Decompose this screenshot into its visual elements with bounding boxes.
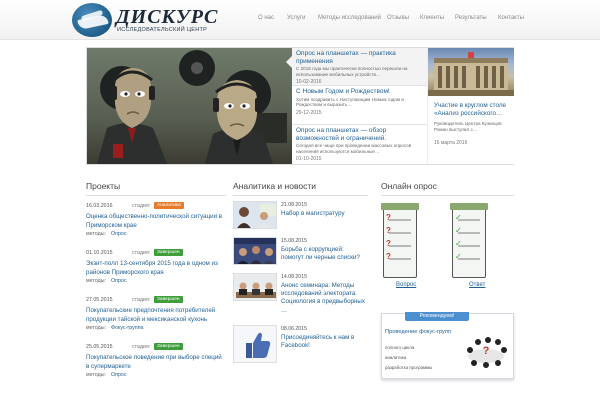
project-methods: методы: Опрос	[86, 278, 127, 284]
project-title[interactable]: Экзит-полл 13-сентября 2015 года в одном…	[86, 259, 226, 277]
project-stage-badge: Завершен	[154, 249, 183, 256]
nav-item-methods[interactable]: Методы исследований	[318, 15, 381, 21]
news-title[interactable]: Присоединяйтесь к нам в Facebook!	[281, 334, 368, 350]
hero-item-desc: С 2015 года мы практически полностью пер…	[296, 66, 408, 77]
brand-subtitle: ИССЛЕДОВАТЕЛЬСКИЙ ЦЕНТР	[117, 27, 208, 33]
hero-item-date: 01-10-2015	[296, 156, 322, 163]
nav-item-about[interactable]: О нас	[258, 15, 274, 21]
hero-illustration	[97, 50, 287, 164]
hero-item-title[interactable]: Опрос на планшетах — практика применения	[296, 50, 423, 65]
hero-slider: Опрос на планшетах — практика применения…	[86, 47, 514, 165]
hero-item-desc: Хотим поздравить с Наступающим Новым год…	[296, 96, 404, 108]
hero-side-card[interactable]: Участие в круглом столе «Анализ российск…	[428, 48, 514, 164]
svg-text:?: ?	[483, 345, 490, 357]
news-title[interactable]: Набор в магистратуру	[281, 210, 368, 218]
news-item: 08.06.2015 Присоединяйтесь к нам в Faceb…	[233, 325, 368, 363]
project-stage-label: стадия:	[132, 297, 151, 303]
recommend-tab: Рекомендуем!	[405, 312, 469, 321]
project-methods-label: методы:	[86, 278, 106, 284]
hero-item-date: 10-02-2016	[296, 79, 322, 86]
project-methods: методы: Опрос	[86, 231, 127, 237]
hero-side-date: 16 марта 2016	[434, 140, 468, 146]
news-thumbnail[interactable]	[233, 201, 277, 229]
project-title[interactable]: Оценка общественно-политической ситуации…	[86, 212, 226, 230]
project-stage-label: стадия:	[132, 250, 151, 256]
project-date: 25.05.2015	[86, 344, 113, 350]
section-title-news: Аналитика и новости	[233, 181, 317, 191]
nav-item-results[interactable]: Результаты	[455, 15, 487, 21]
project-methods-label: методы:	[86, 372, 106, 378]
divider	[233, 195, 368, 196]
project-title[interactable]: Покупательские предпочтения потребителей…	[86, 306, 226, 324]
main-nav: О нас Услуги Методы исследований Отзывы …	[0, 15, 600, 27]
news-item: 21.08.2015 Набор в магистратуру	[233, 201, 368, 239]
project-date: 27.05.2015	[86, 297, 113, 303]
hero-side-desc: Руководитель Центра Кузнецов Роман высту…	[434, 121, 502, 132]
project-stage-badge: Завершен	[154, 296, 183, 303]
project-title[interactable]: Покупательское поведение при выборе спец…	[86, 353, 226, 371]
hero-image[interactable]	[87, 48, 292, 164]
project-date: 16.03.2016	[86, 203, 113, 209]
duma-building-image[interactable]	[428, 48, 514, 96]
focus-group-icon: ?	[467, 337, 507, 368]
news-date: 08.06.2015	[281, 326, 307, 332]
news-date: 21.08.2015	[281, 202, 307, 208]
news-date: 14.08.2015	[281, 274, 307, 280]
news-item: 14.08.2015 Анонс семинара: Методы исслед…	[233, 273, 368, 314]
project-stage-badge: Аналитика	[154, 202, 184, 209]
poll-answer-link[interactable]: Ответ	[469, 282, 485, 288]
nav-item-contacts[interactable]: Контакты	[498, 15, 524, 21]
poll-question-link[interactable]: Вопрос	[396, 282, 416, 288]
news-thumbnail[interactable]	[233, 237, 277, 265]
project-stage-badge: Завершен	[154, 343, 183, 350]
news-item: 15.08.2015 Борьба с коррупцией: помогут …	[233, 237, 368, 275]
nav-item-reviews[interactable]: Отзывы	[387, 15, 409, 21]
list-item: разработка программы	[385, 365, 433, 370]
poll-answer-clipboard-icon[interactable]: ✓ ✓ ✓ ✓	[450, 203, 488, 278]
project-method-link[interactable]: Опрос	[111, 231, 127, 237]
list-item: полного цикла	[385, 345, 415, 350]
recommend-title[interactable]: Проведение фокус-групп	[385, 329, 451, 335]
news-title[interactable]: Борьба с коррупцией: помогут ли черные с…	[281, 246, 368, 262]
project-method-link[interactable]: Опрос	[111, 372, 127, 378]
nav-item-services[interactable]: Услуги	[287, 15, 305, 21]
project-methods-label: методы:	[86, 325, 106, 331]
hero-news-list: Опрос на планшетах — практика применения…	[286, 48, 427, 164]
hero-item[interactable]: Опрос на планшетах — практика применения…	[286, 48, 427, 86]
section-title-projects: Проекты	[86, 181, 121, 191]
section-title-poll: Онлайн опрос	[381, 181, 437, 191]
list-item: аналитика	[385, 355, 407, 360]
project-date: 01.10.2015	[86, 250, 113, 256]
hero-side-title[interactable]: Участие в круглом столе «Анализ российск…	[434, 102, 510, 117]
hero-item-title[interactable]: Опрос на планшетах — обзор возможностей …	[296, 127, 423, 142]
project-stage-label: стадия:	[132, 344, 151, 350]
poll-question-clipboard-icon[interactable]: ? ? ? ?	[381, 203, 419, 278]
project-method-link[interactable]: Опрос	[111, 278, 127, 284]
news-date: 15.08.2015	[281, 238, 307, 244]
recommend-list: полного цикла аналитика разработка прогр…	[385, 343, 432, 373]
project-method-link[interactable]: Фокус-группа	[111, 325, 144, 331]
news-thumbnail[interactable]	[233, 273, 277, 301]
nav-item-clients[interactable]: Клиенты	[420, 15, 444, 21]
hero-item[interactable]: С Новым Годом и Рождеством! Хотим поздра…	[292, 86, 427, 125]
hero-item-desc: Сегодня все чаще при проведении массовых…	[296, 143, 412, 154]
project-methods: методы: Опрос	[86, 372, 127, 378]
news-title[interactable]: Анонс семинара: Методы исследований элек…	[281, 282, 368, 315]
hero-item-title[interactable]: С Новым Годом и Рождеством!	[296, 88, 423, 96]
project-stage-label: стадия:	[132, 203, 151, 209]
divider	[381, 195, 514, 196]
project-methods-label: методы:	[86, 231, 106, 237]
divider	[86, 195, 226, 196]
hero-item-date: 29-12-2015	[296, 109, 322, 116]
site-header: ДИСКУРС ИССЛЕДОВАТЕЛЬСКИЙ ЦЕНТР О нас Ус…	[0, 0, 600, 40]
project-methods: методы: Фокус-группа	[86, 325, 144, 331]
facebook-like-icon[interactable]	[233, 325, 277, 363]
hero-item[interactable]: Опрос на планшетах — обзор возможностей …	[292, 125, 427, 164]
